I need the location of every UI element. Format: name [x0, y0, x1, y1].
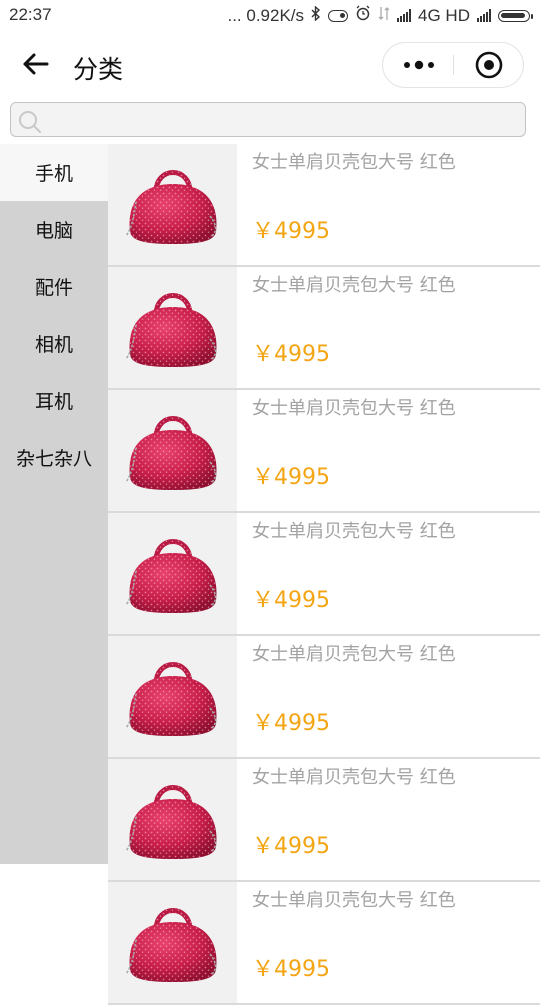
product-name: 女士单肩贝壳包大号 红色: [252, 152, 456, 173]
product-image: [108, 390, 237, 511]
product-item[interactable]: 女士单肩贝壳包大号 红色 ￥4995: [108, 759, 540, 882]
bluetooth-icon: [311, 4, 321, 26]
product-name: 女士单肩贝壳包大号 红色: [252, 644, 456, 665]
close-button[interactable]: [454, 43, 524, 87]
more-button[interactable]: [383, 43, 454, 87]
product-price: ￥4995: [252, 342, 330, 367]
product-image: [108, 759, 237, 880]
product-image: [108, 144, 237, 265]
product-name: 女士单肩贝壳包大号 红色: [252, 767, 456, 788]
data-transfer-icon: [378, 6, 390, 26]
category-item-misc[interactable]: 杂七杂八: [0, 429, 108, 486]
arrow-left-icon: [23, 53, 49, 75]
more-dots-icon: [403, 60, 434, 70]
product-price: ￥4995: [252, 588, 330, 613]
alarm-icon: [355, 5, 371, 26]
status-bar: 22:37 ... 0.92K/s 4G HD: [0, 0, 540, 30]
product-name: 女士单肩贝壳包大号 红色: [252, 521, 456, 542]
product-item[interactable]: 女士单肩贝壳包大号 红色 ￥4995: [108, 882, 540, 1005]
category-item-accessories[interactable]: 配件: [0, 258, 108, 315]
category-sidebar: 手机 电脑 配件 相机 耳机 杂七杂八: [0, 144, 108, 864]
battery-icon: [498, 9, 533, 22]
product-item[interactable]: 女士单肩贝壳包大号 红色 ￥4995: [108, 636, 540, 759]
product-name: 女士单肩贝壳包大号 红色: [252, 890, 456, 911]
net-speed: ... 0.92K/s: [227, 5, 305, 25]
product-item[interactable]: 女士单肩贝壳包大号 红色 ￥4995: [108, 390, 540, 513]
product-image: [108, 636, 237, 757]
search-input[interactable]: [51, 107, 515, 134]
product-price: ￥4995: [252, 465, 330, 490]
signal-icon: [397, 9, 412, 22]
category-item-computer[interactable]: 电脑: [0, 201, 108, 258]
search-bar[interactable]: [10, 102, 526, 137]
target-icon: [475, 51, 503, 79]
product-image: [108, 882, 237, 1003]
product-item[interactable]: 女士单肩贝壳包大号 红色 ￥4995: [108, 513, 540, 636]
toggle-icon: [328, 9, 349, 22]
product-name: 女士单肩贝壳包大号 红色: [252, 275, 456, 296]
signal-icon-2: [477, 9, 491, 22]
product-price: ￥4995: [252, 957, 330, 982]
category-item-camera[interactable]: 相机: [0, 315, 108, 372]
product-item[interactable]: 女士单肩贝壳包大号 红色 ￥4995: [108, 267, 540, 390]
product-item[interactable]: 女士单肩贝壳包大号 红色 ￥4995: [108, 144, 540, 267]
category-item-phone[interactable]: 手机: [0, 144, 108, 201]
mini-program-capsule: [382, 42, 524, 88]
product-image: [108, 513, 237, 634]
product-name: 女士单肩贝壳包大号 红色: [252, 398, 456, 419]
product-price: ￥4995: [252, 834, 330, 859]
status-icons: ... 0.92K/s 4G HD: [227, 4, 533, 26]
product-price: ￥4995: [252, 711, 330, 736]
product-price: ￥4995: [252, 219, 330, 244]
search-icon: [19, 111, 41, 133]
page-title: 分类: [73, 55, 124, 84]
navigation-bar: 分类: [0, 30, 540, 102]
category-item-earphones[interactable]: 耳机: [0, 372, 108, 429]
back-button[interactable]: [20, 48, 52, 80]
status-time: 22:37: [9, 5, 52, 24]
product-list: 女士单肩贝壳包大号 红色 ￥4995 女士单肩贝壳包大号 红色 ￥4995 女士…: [108, 144, 540, 1005]
product-image: [108, 267, 237, 388]
network-type: 4G HD: [418, 5, 470, 25]
